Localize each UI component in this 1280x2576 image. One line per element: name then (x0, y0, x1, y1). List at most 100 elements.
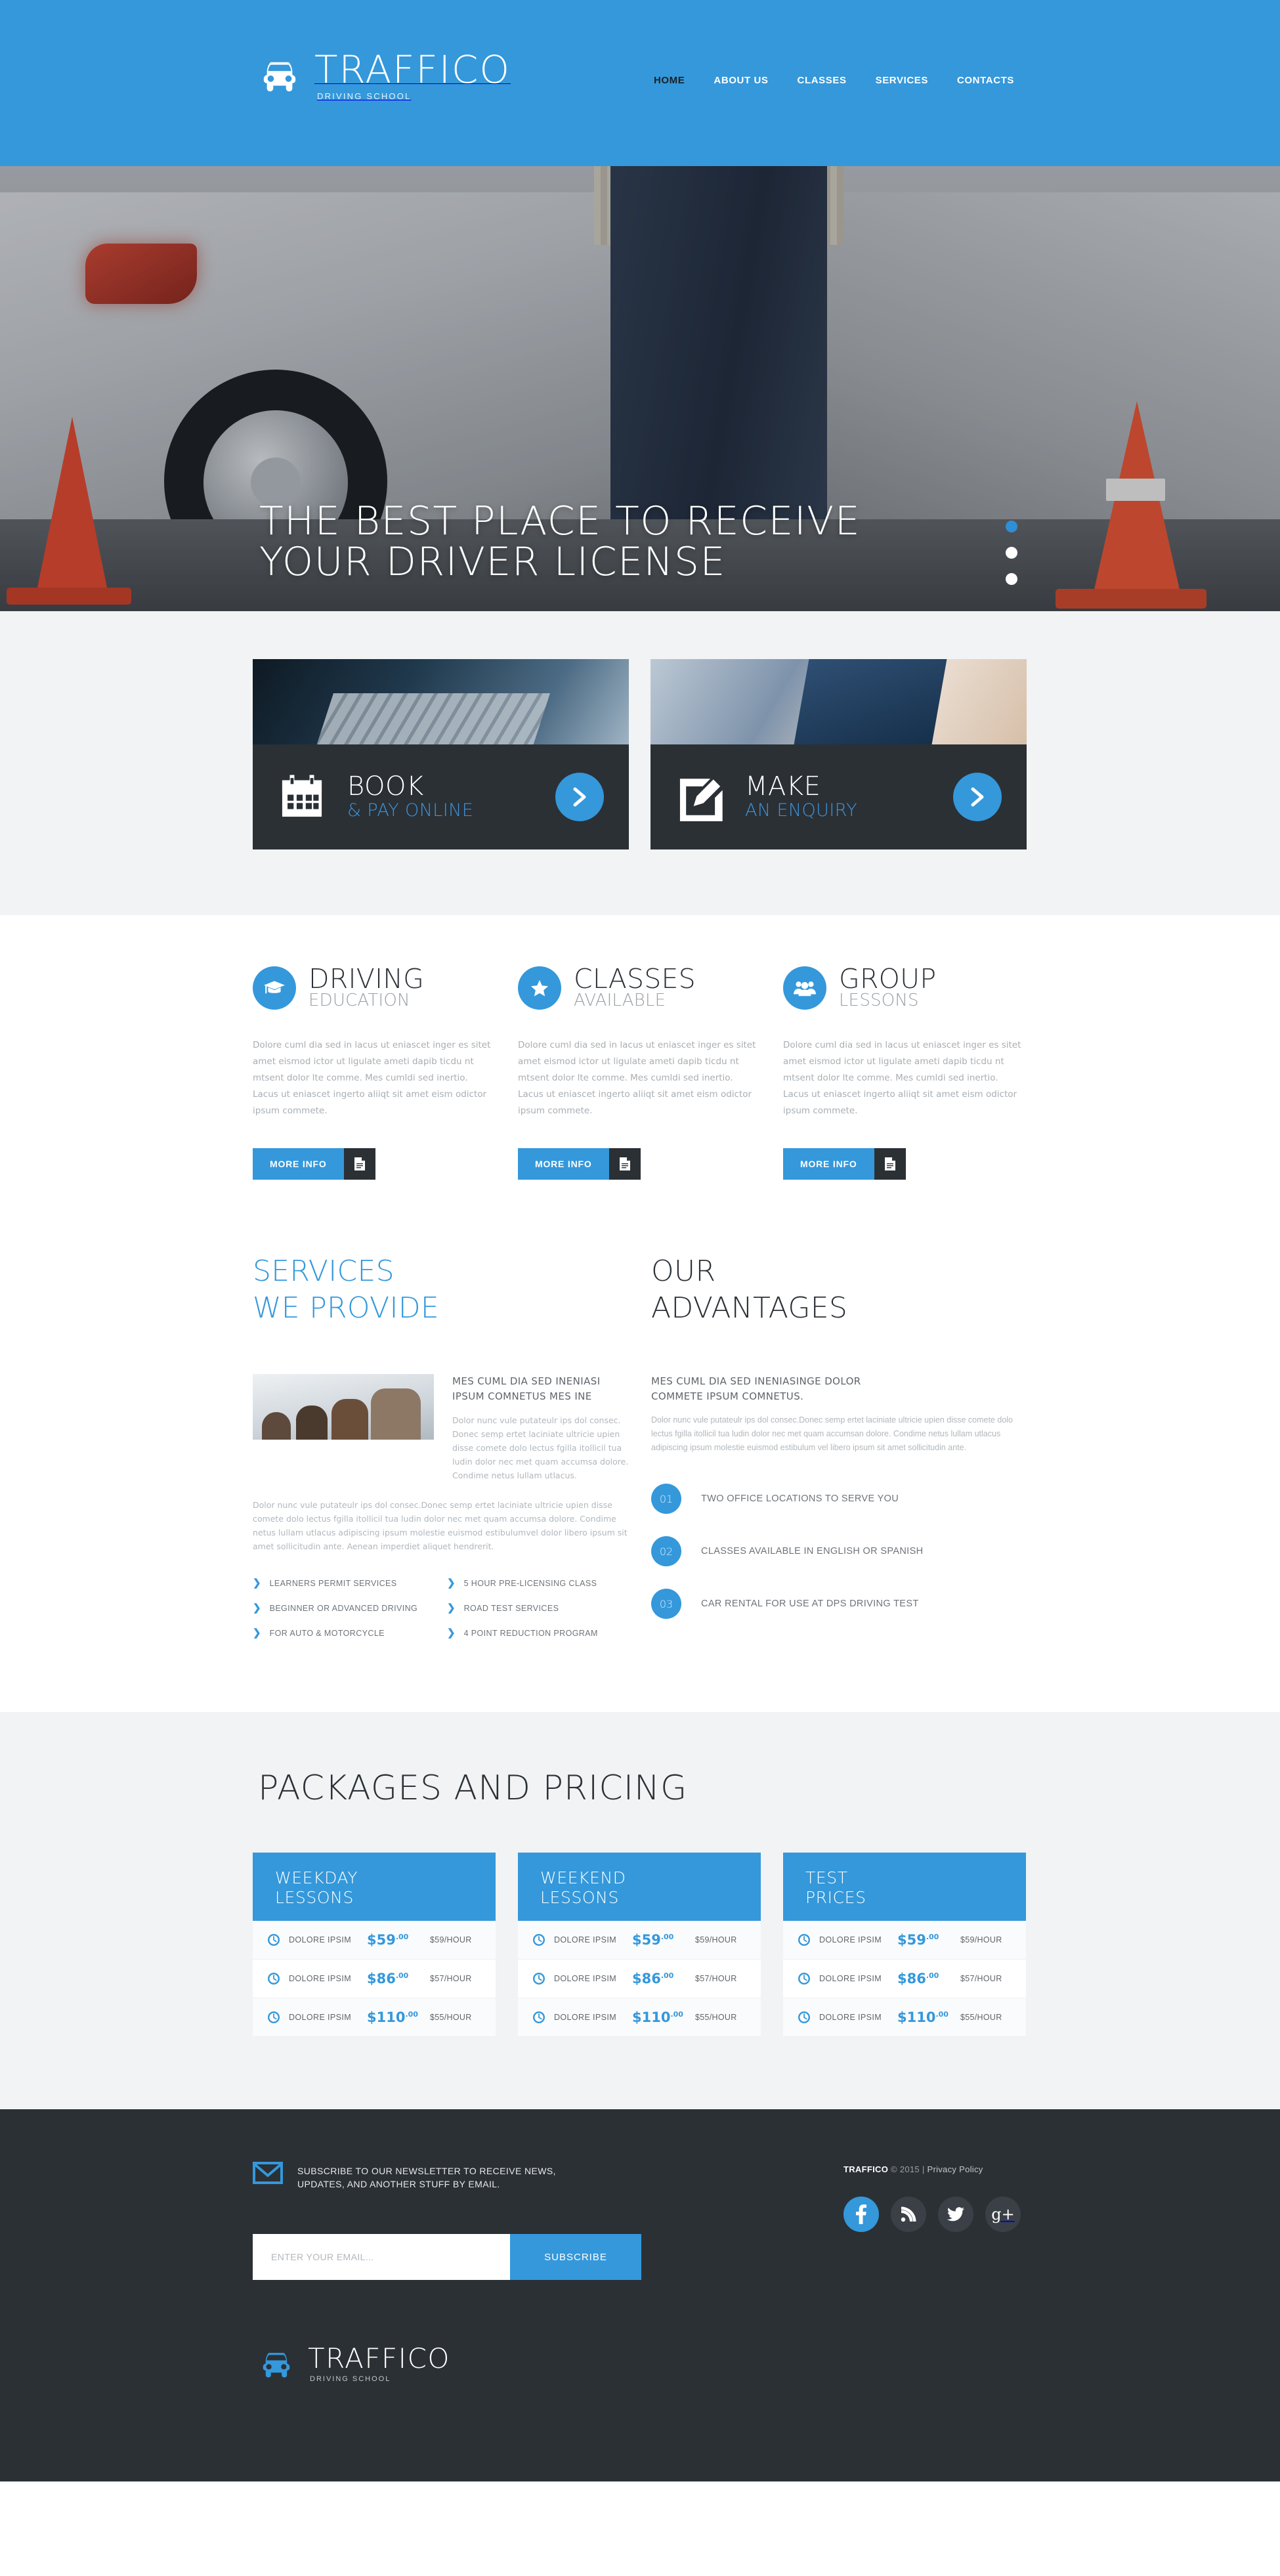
more-info-button[interactable]: MORE INFO (253, 1148, 375, 1180)
pricing-row-amount-value: $59 (897, 1932, 926, 1948)
services-body-text: Dolor nunc vule putateulr ips dol consec… (253, 1500, 628, 1551)
feature-title: CLASSES (574, 963, 696, 995)
pricing-card-weekend-lessons: WEEKEND LESSONS DOLORE IPSIM $59.00 $59/… (518, 1853, 761, 2037)
clock-icon (798, 1934, 810, 1946)
pricing-row-name: DOLORE IPSIM (554, 1935, 617, 1944)
more-info-button[interactable]: MORE INFO (518, 1148, 641, 1180)
nav-item-home[interactable]: HOME (654, 75, 685, 86)
clock-icon (533, 1934, 545, 1946)
chevron-right-icon (573, 787, 586, 807)
services-heading-line2: WE PROVIDE (253, 1291, 440, 1325)
pricing-row: DOLORE IPSIM $86.00 $57/HOUR (783, 1960, 1026, 1998)
pricing-row-amount-value: $110 (367, 2009, 406, 2025)
pricing-row: DOLORE IPSIM $59.00 $59/HOUR (518, 1921, 761, 1960)
twitter-icon[interactable] (938, 2197, 973, 2232)
pricing-card-header: WEEKEND LESSONS (518, 1853, 761, 1921)
chevron-right-icon: ❯ (447, 1578, 456, 1589)
pricing-row-amount-value: $59 (632, 1932, 661, 1948)
pricing-row-amount: $86.00 (897, 1971, 960, 1986)
advantages-heading: OUR ADVANTAGES (651, 1253, 1027, 1327)
graduation-cap-icon (253, 966, 296, 1010)
advantage-number: 01 (651, 1484, 681, 1514)
pricing-row-name: DOLORE IPSIM (554, 2013, 617, 2022)
clock-icon (268, 1973, 280, 1985)
feature-card-group-lessons: GROUP LESSONS Dolore cuml dia sed in lac… (783, 966, 1026, 1180)
google-plus-icon[interactable]: g+ (985, 2197, 1021, 2232)
service-link-item[interactable]: ❯ 4 POINT REDUCTION PROGRAM (447, 1628, 628, 1638)
pricing-row-amount-cents: .00 (926, 1933, 939, 1941)
advantages-heading-line2: ADVANTAGES (651, 1291, 848, 1325)
facebook-icon[interactable] (843, 2197, 879, 2232)
email-input[interactable] (253, 2234, 510, 2280)
feature-body-text: Dolore cuml dia sed in lacus ut eniascet… (253, 1040, 491, 1116)
nav-item-contacts[interactable]: CONTACTS (957, 75, 1014, 86)
cta-enquiry-title: MAKE (745, 771, 821, 802)
pricing-card-title-line1: WEEKDAY (275, 1868, 358, 1887)
services-advantages-section: SERVICES WE PROVIDE MES CUML DIA SED INE… (0, 1180, 1280, 1712)
cta-book-arrow-button[interactable] (555, 773, 604, 821)
clock-icon (533, 2011, 545, 2023)
pricing-row-name: DOLORE IPSIM (819, 1974, 882, 1983)
pricing-row: DOLORE IPSIM $59.00 $59/HOUR (783, 1921, 1026, 1960)
copyright: TRAFFICO © 2015 | Privacy Policy (843, 2164, 1021, 2174)
cta-card-book[interactable]: BOOK & PAY ONLINE (253, 659, 629, 849)
clock-icon (798, 2011, 810, 2023)
site-logo[interactable]: TRAFFICO DRIVING SCHOOL (259, 51, 511, 101)
footer-logo[interactable]: TRAFFICO DRIVING SCHOOL (259, 2345, 1027, 2383)
chevron-right-icon: ❯ (253, 1602, 261, 1614)
cta-section: BOOK & PAY ONLINE MAKE AN ENQUIRY (0, 611, 1280, 915)
clock-icon (268, 2011, 280, 2023)
service-link-item[interactable]: ❯ 5 HOUR PRE-LICENSING CLASS (447, 1578, 628, 1588)
main-navigation: HOME ABOUT US CLASSES SERVICES CONTACTS (654, 51, 1027, 86)
subscribe-button[interactable]: SUBSCRIBE (510, 2234, 641, 2280)
advantage-item: 03 CAR RENTAL FOR USE AT DPS DRIVING TES… (651, 1589, 1027, 1619)
hero-slider-dot-2[interactable] (1006, 547, 1017, 559)
rss-icon[interactable] (891, 2197, 926, 2232)
pricing-row-amount-value: $59 (367, 1932, 396, 1948)
service-link-item[interactable]: ❯ LEARNERS PERMIT SERVICES (253, 1578, 434, 1588)
services-team-photo (253, 1374, 434, 1440)
pricing-row-rate: $57/HOUR (695, 1974, 737, 1983)
privacy-policy-link[interactable]: Privacy Policy (927, 2164, 983, 2174)
cta-book-title: BOOK (347, 771, 424, 802)
calendar-icon (282, 775, 322, 817)
nav-item-services[interactable]: SERVICES (876, 75, 928, 86)
service-link-item[interactable]: ❯ ROAD TEST SERVICES (447, 1603, 628, 1613)
pricing-row-rate: $59/HOUR (695, 1935, 737, 1944)
cta-card-enquiry[interactable]: MAKE AN ENQUIRY (651, 659, 1027, 849)
hero-slider-dot-1[interactable] (1006, 521, 1017, 532)
site-header: TRAFFICO DRIVING SCHOOL HOME ABOUT US CL… (0, 0, 1280, 166)
nav-item-classes[interactable]: CLASSES (798, 75, 847, 86)
advantages-heading-line1: OUR (651, 1255, 716, 1288)
pricing-row-rate: $55/HOUR (960, 2013, 1002, 2022)
copyright-brand: TRAFFICO (843, 2164, 889, 2174)
cta-enquiry-photo (651, 659, 1027, 744)
pricing-row-amount: $59.00 (367, 1932, 430, 1948)
features-section: DRIVING EDUCATION Dolore cuml dia sed in… (0, 915, 1280, 1180)
service-link-item[interactable]: ❯ FOR AUTO & MOTORCYCLE (253, 1628, 434, 1638)
document-icon (608, 1148, 641, 1180)
pricing-row-name: DOLORE IPSIM (819, 2013, 882, 2022)
hero-slider-dot-3[interactable] (1006, 573, 1017, 585)
cta-enquiry-subtitle: AN ENQUIRY (745, 800, 858, 821)
pricing-row-amount: $110.00 (632, 2009, 695, 2025)
newsletter-block: SUBSCRIBE TO OUR NEWSLETTER TO RECEIVE N… (253, 2162, 673, 2280)
newsletter-form: SUBSCRIBE (253, 2234, 673, 2280)
service-link-item[interactable]: ❯ BEGINNER OR ADVANCED DRIVING (253, 1603, 434, 1613)
nav-item-about-us[interactable]: ABOUT US (714, 75, 768, 86)
cta-enquiry-arrow-button[interactable] (953, 773, 1002, 821)
users-group-icon (783, 966, 826, 1010)
services-links: ❯ LEARNERS PERMIT SERVICES ❯ BEGINNER OR A… (253, 1578, 629, 1653)
service-link-label: FOR AUTO & MOTORCYCLE (269, 1628, 385, 1638)
services-column: SERVICES WE PROVIDE MES CUML DIA SED INE… (253, 1253, 629, 1653)
pricing-card-test-prices: TEST PRICES DOLORE IPSIM $59.00 $59/HOUR… (783, 1853, 1026, 2037)
services-links-column-2: ❯ 5 HOUR PRE-LICENSING CLASS ❯ ROAD TEST S… (447, 1578, 628, 1653)
pricing-row: DOLORE IPSIM $110.00 $55/HOUR (783, 1998, 1026, 2037)
feature-title: DRIVING (309, 963, 425, 995)
star-icon (518, 966, 561, 1010)
chevron-right-icon: ❯ (253, 1578, 261, 1589)
advantages-subheading-line1: MES CUML DIA SED INENIASINGE DOLOR (651, 1375, 861, 1387)
more-info-button[interactable]: MORE INFO (783, 1148, 906, 1180)
advantage-item: 02 CLASSES AVAILABLE IN ENGLISH OR SPANI… (651, 1536, 1027, 1566)
pricing-row-amount: $86.00 (367, 1971, 430, 1986)
